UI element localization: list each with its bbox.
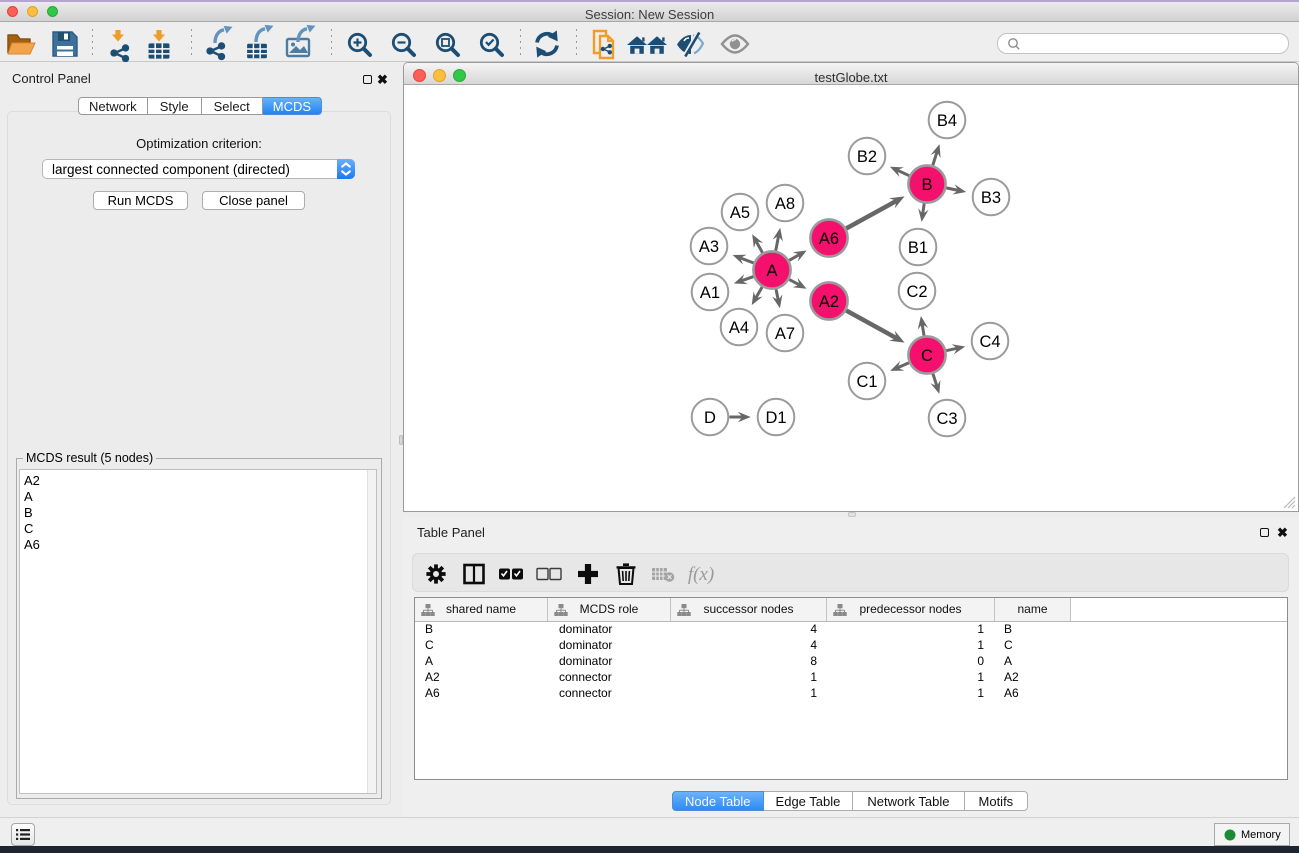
svg-text:B2: B2 (857, 148, 877, 166)
svg-text:A8: A8 (775, 195, 795, 213)
svg-text:C4: C4 (979, 333, 1000, 351)
svg-text:A7: A7 (775, 325, 795, 343)
svg-text:A5: A5 (730, 204, 750, 222)
svg-text:C3: C3 (936, 410, 957, 428)
svg-text:B1: B1 (908, 239, 928, 257)
svg-text:A3: A3 (699, 238, 719, 256)
svg-text:C: C (921, 347, 933, 365)
svg-text:C1: C1 (856, 373, 877, 391)
svg-text:A1: A1 (700, 284, 720, 302)
svg-text:A6: A6 (819, 230, 839, 248)
svg-text:B: B (921, 176, 932, 194)
svg-text:A2: A2 (819, 293, 839, 311)
svg-text:D: D (704, 409, 716, 427)
svg-text:D1: D1 (765, 409, 786, 427)
svg-text:f(x): f(x) (688, 564, 714, 585)
svg-text:A4: A4 (729, 319, 749, 337)
svg-text:B3: B3 (981, 189, 1001, 207)
svg-text:C2: C2 (906, 283, 927, 301)
svg-text:A: A (766, 262, 777, 280)
svg-text:B4: B4 (937, 112, 957, 130)
